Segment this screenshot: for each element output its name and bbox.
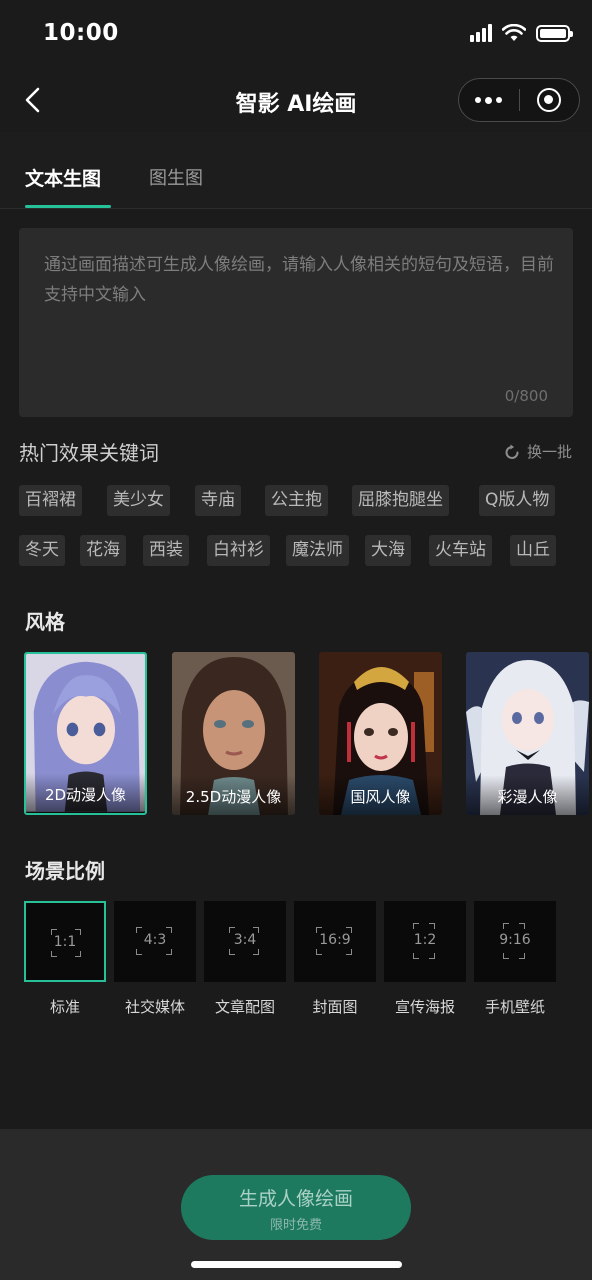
style-section-title: 风格 xyxy=(25,610,65,634)
close-capsule-button[interactable] xyxy=(519,79,579,121)
hot-keywords-title: 热门效果关键词 xyxy=(19,441,159,465)
ratio-value: 3:4 xyxy=(233,932,257,948)
keyword-chip[interactable]: 寺庙 xyxy=(195,485,241,516)
style-label: 2D动漫人像 xyxy=(26,773,145,813)
ratio-option-9-16[interactable]: 9:16 手机壁纸 xyxy=(474,901,556,1017)
prompt-input[interactable]: 通过画面描述可生成人像绘画，请输入人像相关的短句及短语，目前支持中文输入 0/8… xyxy=(19,228,573,417)
ratio-value: 4:3 xyxy=(143,932,167,948)
ratio-box[interactable]: 1:2 xyxy=(384,901,466,982)
style-label: 国风人像 xyxy=(319,775,442,815)
ratio-label: 社交媒体 xyxy=(124,998,185,1016)
ratio-value: 9:16 xyxy=(499,932,531,948)
bottom-action-bar: 生成人像绘画 限时免费 xyxy=(0,1129,592,1280)
status-time: 10:00 xyxy=(43,20,119,46)
ratio-label: 标准 xyxy=(49,998,80,1016)
status-icons xyxy=(470,24,573,42)
wifi-icon xyxy=(502,24,526,41)
status-bar: 10:00 xyxy=(0,0,592,70)
ratio-box[interactable]: 4:3 xyxy=(114,901,196,982)
ratio-value: 1:1 xyxy=(53,934,77,950)
ratio-box[interactable]: 16:9 xyxy=(294,901,376,982)
style-card-chinese-style[interactable]: 国风人像 xyxy=(319,652,442,815)
style-label: 彩漫人像 xyxy=(466,775,589,815)
keyword-chip[interactable]: 公主抱 xyxy=(265,485,328,516)
keyword-chip[interactable]: 魔法师 xyxy=(286,535,349,566)
style-card-color-comic[interactable]: 彩漫人像 xyxy=(466,652,589,815)
keyword-chip[interactable]: 白衬衫 xyxy=(207,535,270,566)
target-circle-icon xyxy=(537,88,562,112)
keyword-chip[interactable]: 火车站 xyxy=(429,535,492,566)
tab-text-to-image[interactable]: 文本生图 xyxy=(25,164,101,191)
mini-program-capsule xyxy=(458,78,580,122)
ratio-label: 封面图 xyxy=(312,998,358,1016)
home-indicator xyxy=(191,1261,402,1268)
ratio-label: 宣传海报 xyxy=(394,998,455,1016)
tab-image-to-image[interactable]: 图生图 xyxy=(149,164,203,190)
keyword-chip[interactable]: 山丘 xyxy=(510,535,556,566)
keyword-chip[interactable]: 百褶裙 xyxy=(19,485,82,516)
cellular-signal-icon xyxy=(470,24,492,42)
refresh-icon xyxy=(505,444,519,459)
battery-icon xyxy=(536,24,573,42)
active-tab-indicator xyxy=(25,205,111,208)
refresh-keywords-button[interactable]: 换一批 xyxy=(503,441,572,462)
generate-button[interactable]: 生成人像绘画 限时免费 xyxy=(181,1175,411,1240)
style-card-2d-anime[interactable]: 2D动漫人像 xyxy=(24,652,147,815)
ratio-option-1-1[interactable]: 1:1 标准 xyxy=(24,901,106,1017)
prompt-placeholder[interactable]: 通过画面描述可生成人像绘画，请输入人像相关的短句及短语，目前支持中文输入 xyxy=(44,250,554,310)
keyword-chip[interactable]: 屈膝抱腿坐 xyxy=(352,485,449,516)
keyword-chip[interactable]: Q版人物 xyxy=(479,485,556,516)
keyword-chip[interactable]: 美少女 xyxy=(107,485,170,516)
keyword-chip[interactable]: 西装 xyxy=(143,535,189,566)
ratio-label: 文章配图 xyxy=(214,998,275,1016)
nav-bar: 智影 AI绘画 xyxy=(0,70,592,132)
ratio-box[interactable]: 3:4 xyxy=(204,901,286,982)
ratio-section-title: 场景比例 xyxy=(25,859,105,883)
keyword-chip[interactable]: 花海 xyxy=(80,535,126,566)
ratio-value: 16:9 xyxy=(319,932,351,948)
ratio-value: 1:2 xyxy=(413,932,437,948)
style-label: 2.5D动漫人像 xyxy=(172,775,295,815)
mode-tabs: 文本生图 图生图 xyxy=(0,132,592,209)
keyword-chip[interactable]: 冬天 xyxy=(19,535,65,566)
ratio-option-16-9[interactable]: 16:9 封面图 xyxy=(294,901,376,1017)
style-card-25d-anime[interactable]: 2.5D动漫人像 xyxy=(172,652,295,815)
ratio-option-1-2[interactable]: 1:2 宣传海报 xyxy=(384,901,466,1017)
ratio-box[interactable]: 9:16 xyxy=(474,901,556,982)
refresh-label: 换一批 xyxy=(526,443,572,461)
character-counter: 0/800 xyxy=(504,387,548,405)
ratio-option-3-4[interactable]: 3:4 文章配图 xyxy=(204,901,286,1017)
generate-button-label: 生成人像绘画 xyxy=(238,1188,353,1210)
more-dots-icon[interactable] xyxy=(459,79,519,121)
ratio-option-4-3[interactable]: 4:3 社交媒体 xyxy=(114,901,196,1017)
generate-button-sublabel: 限时免费 xyxy=(269,1218,322,1233)
ratio-label: 手机壁纸 xyxy=(484,998,545,1016)
keyword-chip[interactable]: 大海 xyxy=(365,535,411,566)
ratio-box[interactable]: 1:1 xyxy=(24,901,106,982)
